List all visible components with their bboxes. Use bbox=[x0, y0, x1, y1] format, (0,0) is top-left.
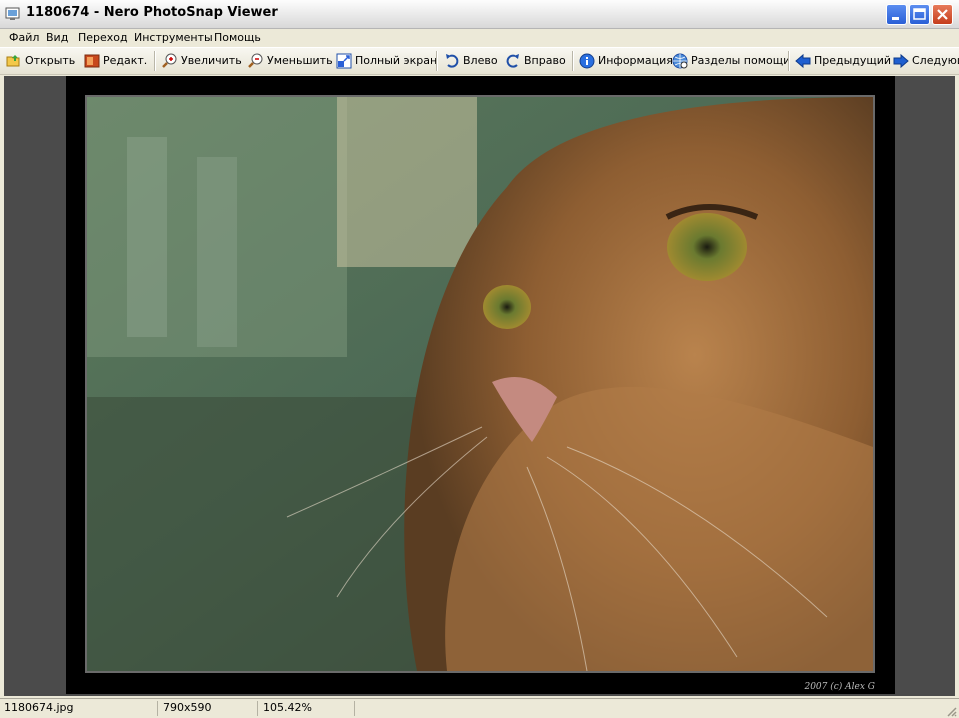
next-label: Следующий bbox=[912, 54, 959, 67]
previous-label: Предыдущий bbox=[814, 54, 892, 67]
menu-bar: Файл Вид Переход Инструменты Помощь bbox=[0, 29, 959, 47]
info-icon bbox=[579, 53, 595, 69]
status-dimensions: 790x590 bbox=[159, 701, 258, 716]
menu-tools[interactable]: Инструменты bbox=[134, 31, 213, 44]
image-viewer-area[interactable]: 2007 (c) Alex G bbox=[4, 76, 955, 696]
maximize-button[interactable] bbox=[909, 4, 930, 25]
toolbar: Открыть Редакт. Увеличить Уменьшить Полн bbox=[0, 47, 959, 75]
edit-label: Редакт. bbox=[103, 54, 148, 67]
minimize-icon bbox=[892, 17, 899, 20]
info-label: Информация bbox=[598, 54, 673, 67]
toolbar-separator bbox=[572, 51, 574, 71]
edit-image-icon bbox=[84, 54, 100, 68]
help-globe-icon bbox=[672, 53, 688, 69]
title-bar: 1180674 - Nero PhotoSnap Viewer bbox=[0, 0, 959, 29]
fullscreen-label: Полный экран bbox=[355, 54, 438, 67]
menu-help[interactable]: Помощь bbox=[214, 31, 261, 44]
fullscreen-icon bbox=[336, 53, 352, 69]
zoom-out-label: Уменьшить bbox=[267, 54, 333, 67]
photo-signature: 2007 (c) Alex G bbox=[804, 682, 875, 692]
zoom-out-icon bbox=[248, 53, 263, 68]
open-folder-icon bbox=[6, 55, 20, 67]
photo-frame: 2007 (c) Alex G bbox=[66, 76, 895, 694]
zoom-in-label: Увеличить bbox=[181, 54, 242, 67]
rotate-right-label: Вправо bbox=[524, 54, 566, 67]
resize-grip-icon[interactable] bbox=[945, 705, 957, 717]
toolbar-separator bbox=[436, 51, 438, 71]
status-zoom: 105.42% bbox=[259, 701, 355, 716]
open-label: Открыть bbox=[25, 54, 76, 67]
status-bar: 1180674.jpg 790x590 105.42% bbox=[0, 698, 959, 718]
rotate-left-icon bbox=[446, 54, 459, 68]
arrow-left-icon bbox=[795, 53, 811, 69]
app-icon bbox=[5, 7, 20, 20]
close-button[interactable] bbox=[932, 4, 953, 25]
maximize-icon bbox=[913, 8, 926, 20]
status-filename: 1180674.jpg bbox=[0, 701, 158, 716]
toolbar-separator bbox=[788, 51, 790, 71]
close-icon bbox=[937, 9, 948, 20]
rotate-right-icon bbox=[506, 54, 519, 68]
menu-view[interactable]: Вид bbox=[46, 31, 68, 44]
menu-go[interactable]: Переход bbox=[78, 31, 128, 44]
help-label: Разделы помощи bbox=[691, 54, 791, 67]
minimize-button[interactable] bbox=[886, 4, 907, 25]
toolbar-separator bbox=[154, 51, 156, 71]
displayed-photo[interactable] bbox=[85, 95, 875, 673]
menu-file[interactable]: Файл bbox=[9, 31, 39, 44]
arrow-right-icon bbox=[893, 53, 909, 69]
zoom-in-icon bbox=[162, 53, 177, 68]
window-title: 1180674 - Nero PhotoSnap Viewer bbox=[26, 5, 278, 20]
rotate-left-label: Влево bbox=[463, 54, 498, 67]
cat-photo-image bbox=[87, 97, 873, 671]
